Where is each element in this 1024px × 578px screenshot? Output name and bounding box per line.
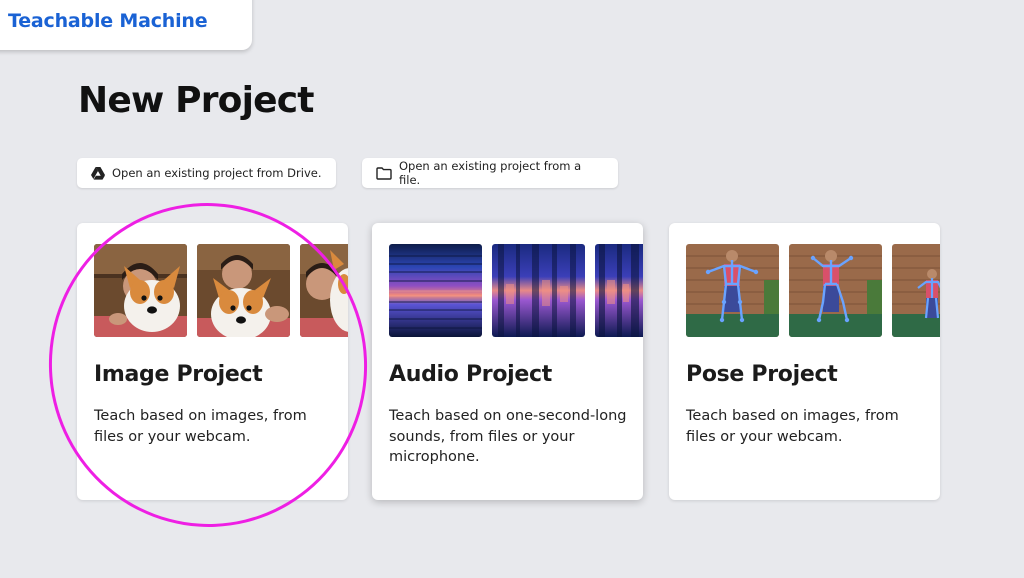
- brand-tab[interactable]: Teachable Machine: [0, 0, 252, 50]
- audio-project-card[interactable]: Audio Project Teach based on one-second-…: [372, 223, 643, 500]
- open-from-drive-button[interactable]: Open an existing project from Drive.: [77, 158, 336, 188]
- folder-icon: [376, 166, 392, 180]
- pose-thumbnail: [789, 244, 882, 337]
- image-project-thumbnails: [94, 244, 348, 337]
- image-thumbnail: [197, 244, 290, 337]
- open-from-drive-label: Open an existing project from Drive.: [112, 166, 322, 180]
- brand-logo-text[interactable]: Teachable Machine: [8, 10, 208, 32]
- pose-thumbnail: [686, 244, 779, 337]
- pose-project-thumbnails: [686, 244, 940, 337]
- card-title: Audio Project: [389, 362, 552, 387]
- image-project-card[interactable]: Image Project Teach based on images, fro…: [77, 223, 348, 500]
- image-thumbnail: [300, 244, 348, 337]
- spectrogram-thumbnail: [492, 244, 585, 337]
- card-title: Pose Project: [686, 362, 838, 387]
- page-title: New Project: [78, 80, 315, 121]
- card-description: Teach based on images, from files or you…: [686, 408, 899, 445]
- card-description: Teach based on one-second-long sounds, f…: [389, 408, 627, 465]
- open-from-file-button[interactable]: Open an existing project from a file.: [362, 158, 618, 188]
- open-from-file-label: Open an existing project from a file.: [399, 159, 582, 187]
- spectrogram-thumbnail: [389, 244, 482, 337]
- card-title: Image Project: [94, 362, 263, 387]
- pose-project-card[interactable]: Pose Project Teach based on images, from…: [669, 223, 940, 500]
- card-description: Teach based on images, from files or you…: [94, 408, 307, 445]
- spectrogram-thumbnail: [595, 244, 643, 337]
- pose-thumbnail: [892, 244, 940, 337]
- audio-project-thumbnails: [389, 244, 643, 337]
- image-thumbnail: [94, 244, 187, 337]
- google-drive-icon: [91, 166, 105, 180]
